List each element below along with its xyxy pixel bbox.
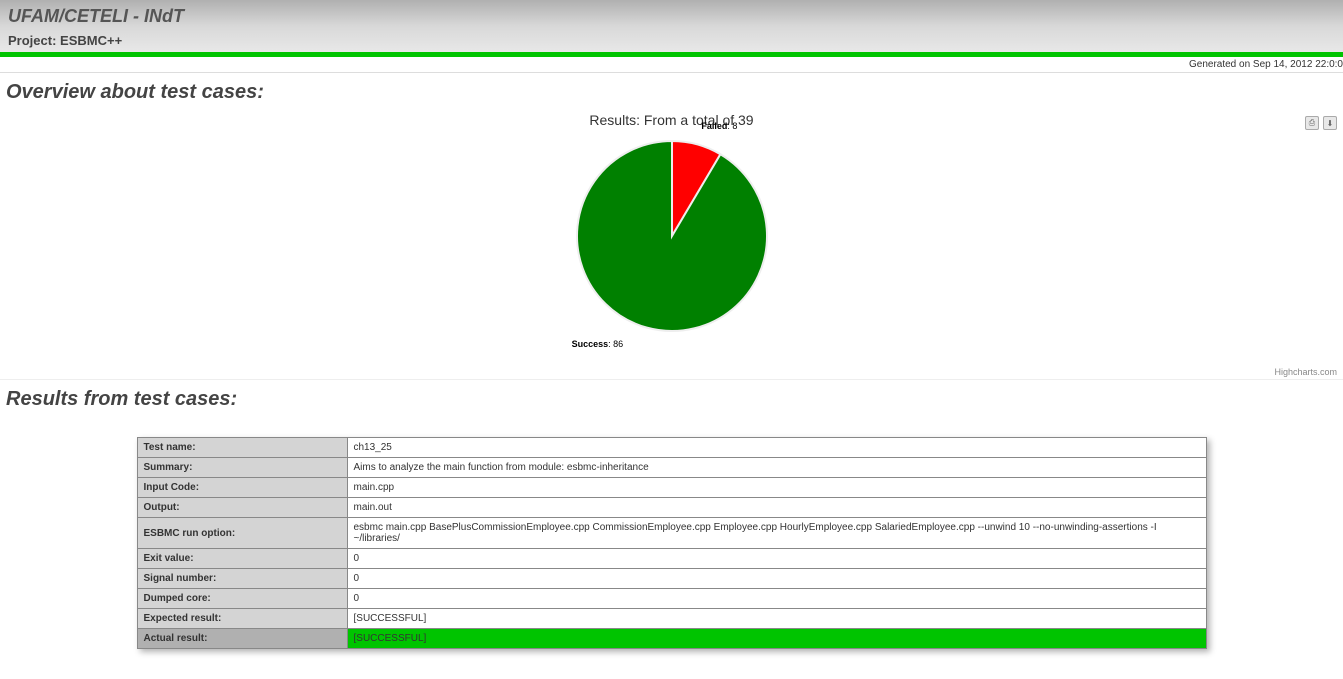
table-row: Signal number:0 (137, 569, 1206, 589)
page-header: UFAM/CETELI - INdT Project: ESBMC++ (0, 0, 1343, 57)
row-value: 0 (347, 549, 1206, 569)
table-row: Expected result:[SUCCESSFUL] (137, 609, 1206, 629)
row-key: Expected result: (137, 609, 347, 629)
project-line: Project: ESBMC++ (8, 33, 1335, 48)
table-row: Dumped core:0 (137, 589, 1206, 609)
row-key: Test name: (137, 438, 347, 458)
row-key: Summary: (137, 458, 347, 478)
generated-timestamp: Generated on Sep 14, 2012 22:0:0 (0, 57, 1343, 73)
print-icon[interactable]: ⎙ (1305, 116, 1319, 130)
row-value: main.out (347, 498, 1206, 518)
project-label: Project: (8, 33, 56, 48)
pie-label-success: Success: 86 (572, 339, 624, 349)
export-icon[interactable]: ⬇ (1323, 116, 1337, 130)
row-key: Exit value: (137, 549, 347, 569)
row-value: 0 (347, 589, 1206, 609)
overview-heading: Overview about test cases: (0, 73, 1343, 110)
row-value: main.cpp (347, 478, 1206, 498)
row-value: [SUCCESSFUL] (347, 609, 1206, 629)
row-key: Input Code: (137, 478, 347, 498)
table-row: Input Code:main.cpp (137, 478, 1206, 498)
table-row: Actual result:[SUCCESSFUL] (137, 629, 1206, 649)
org-title: UFAM/CETELI - INdT (8, 6, 1335, 27)
table-row: Test name:ch13_25 (137, 438, 1206, 458)
chart-credits: Highcharts.com (1274, 367, 1337, 377)
pie-label-failed: Failed: 8 (701, 121, 737, 131)
project-name: ESBMC++ (60, 33, 122, 48)
row-value: Aims to analyze the main function from m… (347, 458, 1206, 478)
results-heading: Results from test cases: (0, 380, 1343, 417)
chart-title: Results: From a total of 39 (0, 110, 1343, 128)
row-value: [SUCCESSFUL] (347, 629, 1206, 649)
table-row: Summary:Aims to analyze the main functio… (137, 458, 1206, 478)
pie-svg (572, 136, 772, 336)
row-key: Actual result: (137, 629, 347, 649)
row-value: 0 (347, 569, 1206, 589)
table-row: Exit value:0 (137, 549, 1206, 569)
row-value: esbmc main.cpp BasePlusCommissionEmploye… (347, 518, 1206, 549)
row-value: ch13_25 (347, 438, 1206, 458)
row-key: Signal number: (137, 569, 347, 589)
chart-toolbar: ⎙ ⬇ (1305, 116, 1337, 130)
pie-chart: Failed: 8Success: 86 (572, 136, 772, 336)
test-result-table: Test name:ch13_25Summary:Aims to analyze… (137, 437, 1207, 649)
row-key: ESBMC run option: (137, 518, 347, 549)
table-row: ESBMC run option:esbmc main.cpp BasePlus… (137, 518, 1206, 549)
pie-chart-container: Results: From a total of 39 ⎙ ⬇ Failed: … (0, 110, 1343, 380)
table-row: Output:main.out (137, 498, 1206, 518)
row-key: Output: (137, 498, 347, 518)
pie-slice-success[interactable] (577, 141, 767, 331)
row-key: Dumped core: (137, 589, 347, 609)
